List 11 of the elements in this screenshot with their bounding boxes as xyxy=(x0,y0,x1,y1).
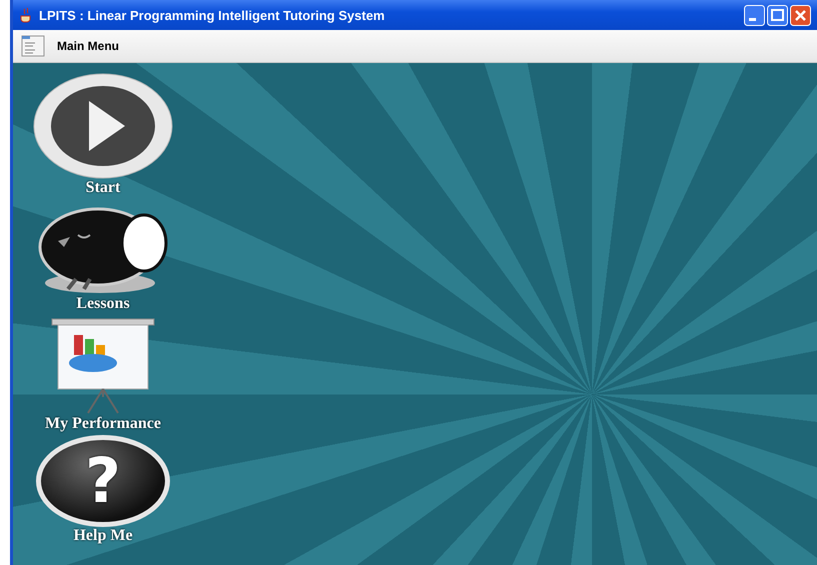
menu-item[interactable]: Lessons xyxy=(36,199,170,313)
maximize-button[interactable] xyxy=(767,4,788,26)
menu-item[interactable]: My Performance xyxy=(45,315,161,433)
minimize-button[interactable] xyxy=(744,4,765,26)
menu-item[interactable]: Start xyxy=(33,73,173,197)
close-button[interactable] xyxy=(790,4,811,26)
main-menu[interactable]: Main Menu xyxy=(57,39,119,53)
document-icon xyxy=(21,35,45,57)
coffee-cup-icon xyxy=(19,7,33,23)
play-icon xyxy=(33,73,173,179)
window-title: LPITS : Linear Programming Intelligent Tutoring System xyxy=(39,8,386,22)
